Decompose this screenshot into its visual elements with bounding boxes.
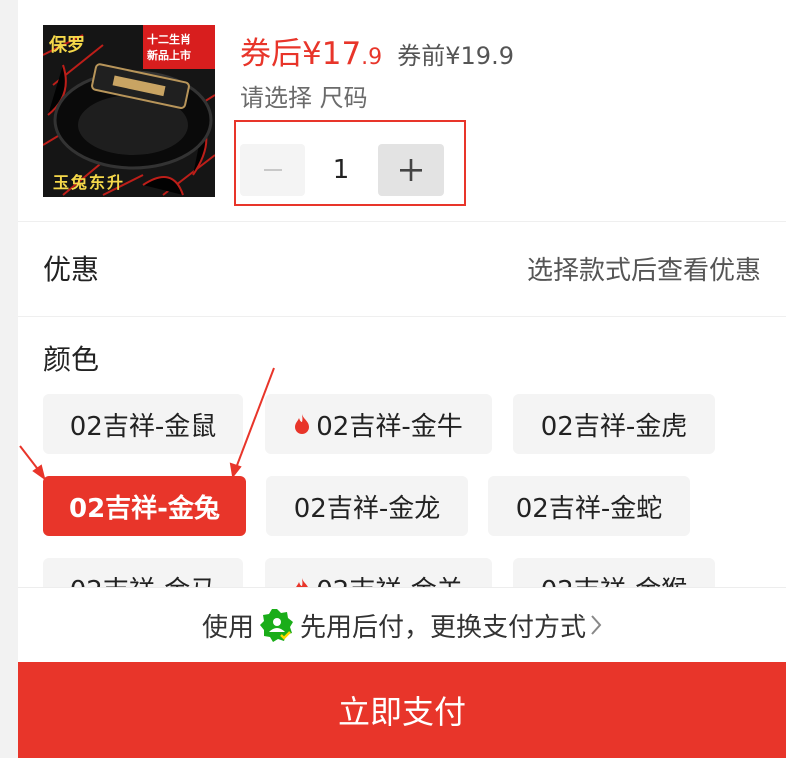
pay-now-button[interactable]: 立即支付	[18, 662, 786, 758]
color-option[interactable]: 02吉祥-金鼠	[43, 394, 243, 454]
page-edge	[786, 0, 812, 758]
payment-method-text: 先用后付，更换支付方式	[300, 612, 587, 643]
price-after-decimal: .9	[361, 45, 383, 70]
quantity-increase-button[interactable]	[378, 144, 444, 196]
quantity-decrease-button[interactable]	[240, 144, 305, 196]
price-after-integer: ¥17	[302, 36, 362, 72]
image-text-brand: 保罗	[49, 35, 85, 56]
color-option[interactable]: 02吉祥-金牛	[265, 394, 492, 454]
color-option-label: 02吉祥-金虎	[540, 411, 688, 442]
product-image: 保罗 十二生肖 新品上市 玉兔东升	[43, 25, 215, 197]
divider	[18, 221, 786, 222]
price-row: 券后¥17.9 券前¥19.9	[240, 28, 514, 72]
color-option-label: 02吉祥-金兔	[69, 493, 220, 524]
pay-later-badge-icon	[260, 608, 294, 642]
payment-prefix: 使用	[201, 612, 254, 643]
image-text-slogan: 玉兔东升	[53, 173, 126, 192]
color-option-label: 02吉祥-金牛	[316, 411, 463, 442]
promo-label: 优惠	[43, 253, 100, 286]
order-sheet: 保罗 十二生肖 新品上市 玉兔东升 券后¥17.9 券前¥19.9 请选择 尺码…	[18, 0, 786, 758]
price-after-label: 券后	[240, 36, 302, 72]
price-before: 券前¥19.9	[397, 42, 514, 70]
quantity-value[interactable]: 1	[308, 144, 374, 196]
color-option-selected[interactable]: 02吉祥-金兔	[43, 476, 246, 536]
minus-icon	[263, 169, 282, 171]
select-size-hint[interactable]: 请选择 尺码	[240, 78, 368, 113]
chevron-right-icon	[590, 614, 602, 636]
color-section-title: 颜色	[43, 343, 100, 376]
color-option-label: 02吉祥-金龙	[293, 493, 441, 524]
color-option-label: 02吉祥-金蛇	[515, 493, 663, 524]
payment-method-bar[interactable]: 使用 先用后付，更换支付方式	[18, 588, 786, 662]
color-option[interactable]: 02吉祥-金蛇	[488, 476, 690, 536]
plus-icon	[400, 159, 422, 181]
image-text-zodiac: 十二生肖	[147, 33, 191, 46]
color-option[interactable]: 02吉祥-金虎	[513, 394, 715, 454]
image-text-new: 新品上市	[147, 49, 191, 62]
promo-hint: 选择款式后查看优惠	[526, 256, 761, 286]
color-option[interactable]: 02吉祥-金龙	[266, 476, 468, 536]
flame-icon	[294, 414, 310, 434]
color-option-label: 02吉祥-金鼠	[69, 411, 217, 442]
divider	[18, 316, 786, 317]
